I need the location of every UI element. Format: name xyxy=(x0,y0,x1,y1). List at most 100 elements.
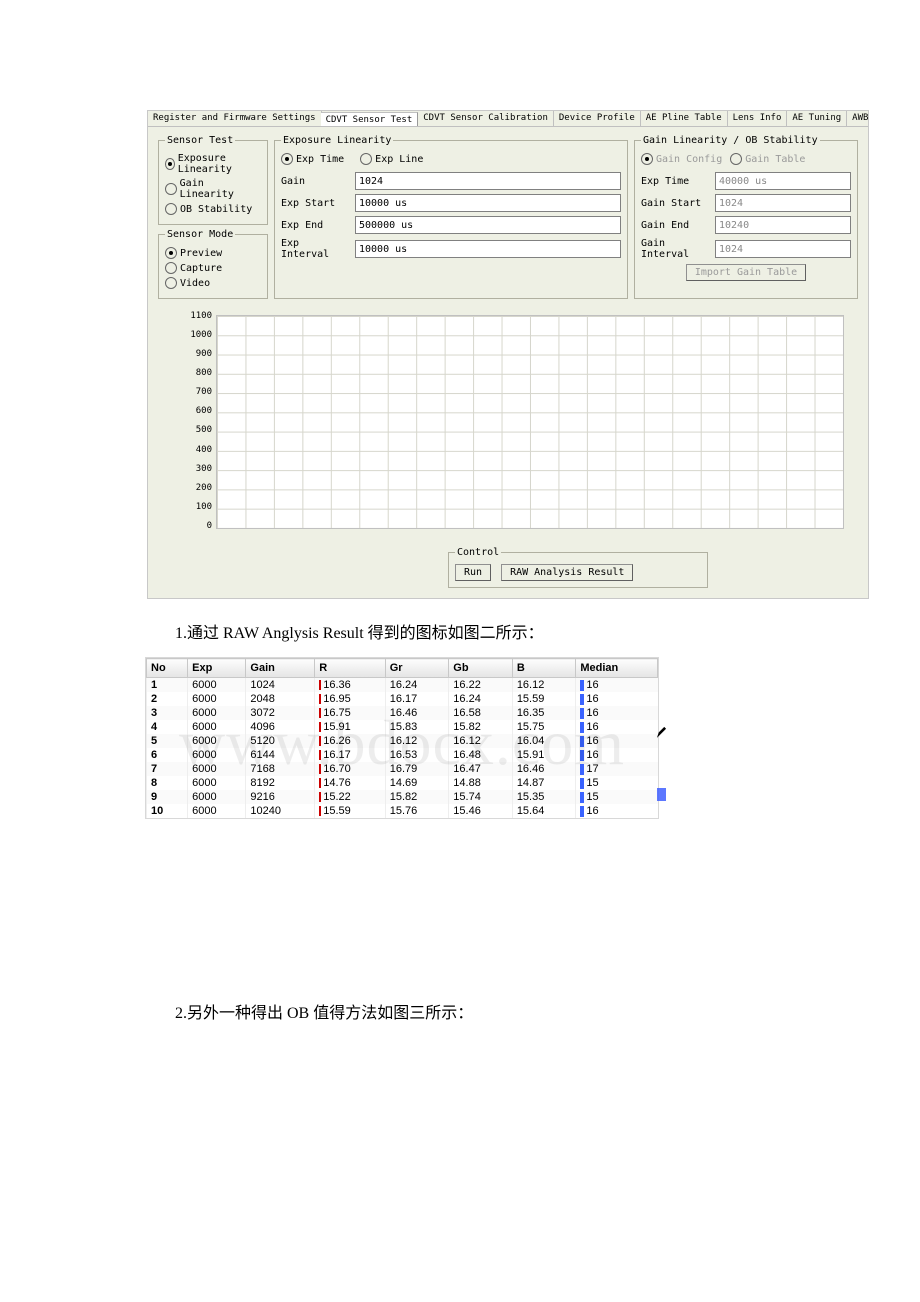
run-button[interactable]: Run xyxy=(455,564,491,581)
radio-exposure-linearity[interactable]: Exposure Linearity xyxy=(165,153,261,175)
import-gain-table-button[interactable]: Import Gain Table xyxy=(686,264,806,281)
blue-marker-icon xyxy=(580,694,584,705)
gain-input[interactable] xyxy=(355,172,621,190)
raw-analysis-result-button[interactable]: RAW Analysis Result xyxy=(501,564,633,581)
cell: 6000 xyxy=(188,720,246,734)
radio-dot-icon xyxy=(281,153,293,165)
control-legend: Control xyxy=(455,547,501,558)
cell: 6144 xyxy=(246,748,315,762)
table-row[interactable]: 96000921615.2215.8215.7415.3515 xyxy=(147,790,658,804)
radio-capture[interactable]: Capture xyxy=(165,262,261,274)
radio-label: Capture xyxy=(180,263,222,274)
y-tick-label: 100 xyxy=(166,502,212,512)
cell: 3072 xyxy=(246,706,315,720)
exp-start-input[interactable] xyxy=(355,194,621,212)
cell: 15.83 xyxy=(385,720,449,734)
y-tick-label: 900 xyxy=(166,349,212,359)
radio-label: Gain Linearity xyxy=(180,178,261,200)
col-header-gain[interactable]: Gain xyxy=(246,659,315,678)
y-tick-label: 400 xyxy=(166,445,212,455)
radio-dot-icon xyxy=(165,247,177,259)
red-marker-icon xyxy=(319,792,321,802)
col-header-gb[interactable]: Gb xyxy=(449,659,513,678)
radio-ob-stability[interactable]: OB Stability xyxy=(165,203,261,215)
tab-device-profile[interactable]: Device Profile xyxy=(554,111,641,126)
radio-gain-config[interactable]: Gain Config xyxy=(641,153,722,165)
exp-end-input[interactable] xyxy=(355,216,621,234)
cell: 3 xyxy=(147,706,188,720)
radio-gain-linearity[interactable]: Gain Linearity xyxy=(165,178,261,200)
gl-exp-time-input[interactable] xyxy=(715,172,851,190)
cell: 16 xyxy=(576,720,658,734)
cell: 16.22 xyxy=(449,678,513,693)
tab-ae-pline-table[interactable]: AE Pline Table xyxy=(641,111,728,126)
radio-exp-time-label: Exp Time xyxy=(296,154,344,165)
radio-dot-icon xyxy=(165,203,177,215)
cell: 15.82 xyxy=(385,790,449,804)
blue-marker-icon xyxy=(580,680,584,691)
col-header-no[interactable]: No xyxy=(147,659,188,678)
radio-label: OB Stability xyxy=(180,204,252,215)
tab-awb-tuning[interactable]: AWB Tuning xyxy=(847,111,868,126)
table-row[interactable]: 1060001024015.5915.7615.4615.6416 xyxy=(147,804,658,818)
cell: 7168 xyxy=(246,762,315,776)
gl-gain-end-label: Gain End xyxy=(641,220,711,231)
cell: 16.79 xyxy=(385,762,449,776)
cell: 6000 xyxy=(188,762,246,776)
col-header-b[interactable]: B xyxy=(512,659,576,678)
table-row[interactable]: 36000307216.7516.4616.5816.3516 xyxy=(147,706,658,720)
radio-video[interactable]: Video xyxy=(165,277,261,289)
cell: 14.87 xyxy=(512,776,576,790)
table-row[interactable]: 46000409615.9115.8315.8215.7516 xyxy=(147,720,658,734)
cell: 15.64 xyxy=(512,804,576,818)
tab-ae-tuning[interactable]: AE Tuning xyxy=(787,111,847,126)
cell: 16 xyxy=(576,734,658,748)
cell: 16 xyxy=(576,678,658,693)
table-row[interactable]: 76000716816.7016.7916.4716.4617 xyxy=(147,762,658,776)
col-header-median[interactable]: Median xyxy=(576,659,658,678)
table-row[interactable]: 56000512016.2616.1216.1216.0416 xyxy=(147,734,658,748)
col-header-exp[interactable]: Exp xyxy=(188,659,246,678)
gl-gain-start-input[interactable] xyxy=(715,194,851,212)
cell: 16 xyxy=(576,692,658,706)
y-tick-label: 500 xyxy=(166,425,212,435)
linearity-chart: 110010009008007006005004003002001000 xyxy=(166,311,850,541)
radio-dot-icon xyxy=(165,277,177,289)
raw-analysis-result-table: www.bdocx.com NoExpGainRGrGbBMedian16000… xyxy=(145,657,659,819)
cell: 16.47 xyxy=(449,762,513,776)
cell: 6000 xyxy=(188,678,246,693)
red-marker-icon xyxy=(319,722,321,732)
table-row[interactable]: 26000204816.9516.1716.2415.5916 xyxy=(147,692,658,706)
cell: 1 xyxy=(147,678,188,693)
cell: 15.74 xyxy=(449,790,513,804)
table-row[interactable]: 86000819214.7614.6914.8814.8715 xyxy=(147,776,658,790)
tab-lens-info[interactable]: Lens Info xyxy=(728,111,788,126)
tab-register-and-firmware-settings[interactable]: Register and Firmware Settings xyxy=(148,111,322,126)
col-header-r[interactable]: R xyxy=(315,659,385,678)
table-row[interactable]: 66000614416.1716.5316.4815.9116 xyxy=(147,748,658,762)
gl-gain-end-input[interactable] xyxy=(715,216,851,234)
radio-exp-line[interactable]: Exp Line xyxy=(360,153,423,165)
gain-label: Gain xyxy=(281,176,351,187)
cell: 16.58 xyxy=(449,706,513,720)
red-marker-icon xyxy=(319,680,321,690)
cell: 6000 xyxy=(188,804,246,818)
cell: 15.46 xyxy=(449,804,513,818)
radio-gain-table[interactable]: Gain Table xyxy=(730,153,805,165)
sensor-test-legend: Sensor Test xyxy=(165,135,235,146)
table-row[interactable]: 16000102416.3616.2416.2216.1216 xyxy=(147,678,658,693)
cell: 16.12 xyxy=(512,678,576,693)
blue-marker-icon xyxy=(580,722,584,733)
cell: 16 xyxy=(576,804,658,818)
gl-gain-interval-input[interactable] xyxy=(715,240,851,258)
radio-exp-time[interactable]: Exp Time xyxy=(281,153,344,165)
cell: 15.59 xyxy=(512,692,576,706)
cell: 16.70 xyxy=(315,762,385,776)
red-marker-icon xyxy=(319,708,321,718)
cell: 15.59 xyxy=(315,804,385,818)
col-header-gr[interactable]: Gr xyxy=(385,659,449,678)
tab-cdvt-sensor-calibration[interactable]: CDVT Sensor Calibration xyxy=(418,111,554,126)
exp-interval-input[interactable] xyxy=(355,240,621,258)
radio-preview[interactable]: Preview xyxy=(165,247,261,259)
tab-cdvt-sensor-test[interactable]: CDVT Sensor Test xyxy=(321,112,419,127)
